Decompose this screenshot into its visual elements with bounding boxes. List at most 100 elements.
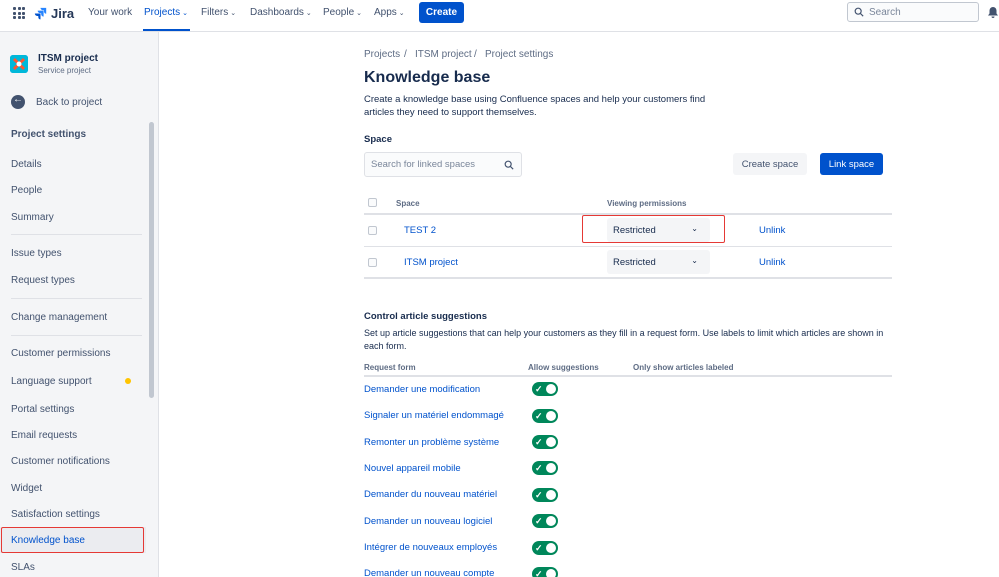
chevron-down-icon: ⌄ — [691, 256, 698, 265]
project-name: ITSM project — [38, 53, 99, 64]
project-avatar — [10, 55, 28, 73]
project-avatar-icon — [10, 55, 28, 73]
select-all-checkbox[interactable] — [368, 198, 377, 207]
chevron-down-icon: ⌄ — [305, 10, 312, 17]
chevron-down-icon: ⌄ — [691, 224, 698, 233]
space-link[interactable]: ITSM project — [404, 257, 458, 268]
request-form-link[interactable]: Demander une modification — [364, 384, 480, 395]
column-header-labeled: Only show articles labeled — [633, 363, 734, 372]
space-search-input[interactable] — [371, 159, 501, 170]
column-header-viewing-permissions: Viewing permissions — [607, 199, 687, 208]
allow-suggestions-toggle[interactable]: ✓ — [532, 461, 558, 475]
check-icon: ✓ — [535, 516, 543, 526]
sidebar-divider — [11, 298, 142, 299]
allow-suggestions-toggle[interactable]: ✓ — [532, 409, 558, 423]
request-form-link[interactable]: Intégrer de nouveaux employés — [364, 542, 497, 553]
viewing-permission-value: Restricted — [613, 256, 656, 268]
request-form-link[interactable]: Demander un nouveau compte — [364, 568, 494, 577]
sidebar-item-customer-permissions[interactable]: Customer permissions — [0, 340, 146, 366]
sidebar-item-customer-notifications[interactable]: Customer notifications — [0, 448, 146, 474]
allow-suggestions-toggle[interactable]: ✓ — [532, 514, 558, 528]
breadcrumb-separator: / — [474, 49, 477, 60]
request-form-link[interactable]: Demander un nouveau logiciel — [364, 516, 492, 527]
breadcrumb-project-settings[interactable]: Project settings — [485, 49, 553, 60]
sidebar-item-slas[interactable]: SLAs — [0, 554, 146, 577]
space-search[interactable] — [364, 152, 522, 177]
back-arrow-icon — [11, 94, 25, 109]
sidebar-item-email-requests[interactable]: Email requests — [0, 422, 146, 448]
check-icon: ✓ — [535, 437, 543, 447]
row-divider — [364, 246, 892, 247]
create-space-button[interactable]: Create space — [733, 153, 807, 175]
sidebar: ITSM project Service project Back to pro… — [0, 32, 159, 577]
chevron-down-icon: ⌄ — [182, 10, 188, 17]
nav-your-work[interactable]: Your work — [88, 7, 132, 18]
notification-dot — [125, 378, 131, 384]
page-title: Knowledge base — [364, 69, 491, 86]
back-to-project-label: Back to project — [36, 96, 103, 108]
nav-apps[interactable]: Apps ⌄ — [374, 7, 405, 18]
jira-logo[interactable]: Jira — [34, 6, 74, 21]
sidebar-divider — [11, 335, 142, 336]
sidebar-divider — [11, 234, 142, 235]
sidebar-item-portal-settings[interactable]: Portal settings — [0, 396, 146, 422]
sidebar-item-widget[interactable]: Widget — [0, 475, 146, 501]
breadcrumb-itsm-project[interactable]: ITSM project — [415, 49, 472, 60]
space-link[interactable]: TEST 2 — [404, 225, 436, 236]
request-form-link[interactable]: Signaler un matériel endommagé — [364, 410, 504, 421]
space-section-label: Space — [364, 134, 392, 145]
check-icon: ✓ — [535, 384, 543, 394]
search-icon — [854, 7, 864, 17]
nav-dashboards[interactable]: Dashboards ⌄ — [250, 7, 312, 18]
check-icon: ✓ — [535, 490, 543, 500]
chevron-down-icon: ⌄ — [356, 10, 363, 17]
bell-icon[interactable] — [987, 6, 999, 19]
back-to-project-link[interactable]: Back to project — [11, 94, 103, 109]
viewing-permission-select[interactable]: Restricted ⌄ — [607, 250, 710, 274]
sidebar-heading: Project settings — [11, 129, 87, 140]
allow-suggestions-toggle[interactable]: ✓ — [532, 488, 558, 502]
jira-logo-icon — [34, 7, 47, 20]
row-checkbox[interactable] — [368, 258, 377, 267]
sidebar-scrollbar[interactable] — [149, 122, 154, 398]
request-form-link[interactable]: Demander du nouveau matériel — [364, 489, 497, 500]
create-button[interactable]: Create — [419, 2, 464, 23]
sidebar-item-request-types[interactable]: Request types — [0, 267, 146, 293]
top-navigation: Jira Your work Projects ⌄ Filters ⌄ Dashbo… — [0, 0, 999, 32]
allow-suggestions-toggle[interactable]: ✓ — [532, 435, 558, 449]
app-switcher-icon[interactable] — [13, 7, 25, 19]
allow-suggestions-toggle[interactable]: ✓ — [532, 567, 558, 577]
allow-suggestions-toggle[interactable]: ✓ — [532, 382, 558, 396]
sidebar-item-satisfaction-settings[interactable]: Satisfaction settings — [0, 501, 146, 527]
column-header-allow-suggestions: Allow suggestions — [528, 363, 599, 372]
breadcrumb-separator: / — [404, 49, 407, 60]
unlink-button[interactable]: Unlink — [759, 257, 785, 268]
request-form-link[interactable]: Remonter un problème système — [364, 437, 499, 448]
sidebar-item-change-management[interactable]: Change management — [0, 304, 146, 330]
check-icon: ✓ — [535, 411, 543, 421]
sidebar-item-issue-types[interactable]: Issue types — [0, 240, 146, 266]
unlink-button[interactable]: Unlink — [759, 225, 785, 236]
check-icon: ✓ — [535, 543, 543, 553]
sidebar-item-summary[interactable]: Summary — [0, 204, 146, 230]
sidebar-item-language-support[interactable]: Language support — [0, 368, 146, 394]
table-header-divider — [364, 375, 892, 377]
table-header-divider — [364, 213, 892, 215]
viewing-permission-select[interactable]: Restricted ⌄ — [607, 218, 710, 242]
suggestions-title: Control article suggestions — [364, 311, 487, 322]
row-checkbox[interactable] — [368, 226, 377, 235]
global-search[interactable] — [847, 2, 979, 22]
link-space-button[interactable]: Link space — [820, 153, 883, 175]
allow-suggestions-toggle[interactable]: ✓ — [532, 541, 558, 555]
sidebar-item-details[interactable]: Details — [0, 151, 146, 177]
check-icon: ✓ — [535, 463, 543, 473]
nav-people[interactable]: People ⌄ — [323, 7, 362, 18]
breadcrumb-projects[interactable]: Projects — [364, 49, 400, 60]
sidebar-item-knowledge-base[interactable]: Knowledge base — [0, 527, 146, 553]
global-search-input[interactable] — [869, 6, 969, 18]
suggestions-description: Set up article suggestions that can help… — [364, 328, 884, 351]
sidebar-item-people[interactable]: People — [0, 177, 146, 203]
nav-projects[interactable]: Projects ⌄ — [144, 7, 188, 18]
request-form-link[interactable]: Nouvel appareil mobile — [364, 463, 461, 474]
nav-filters[interactable]: Filters ⌄ — [201, 7, 236, 18]
